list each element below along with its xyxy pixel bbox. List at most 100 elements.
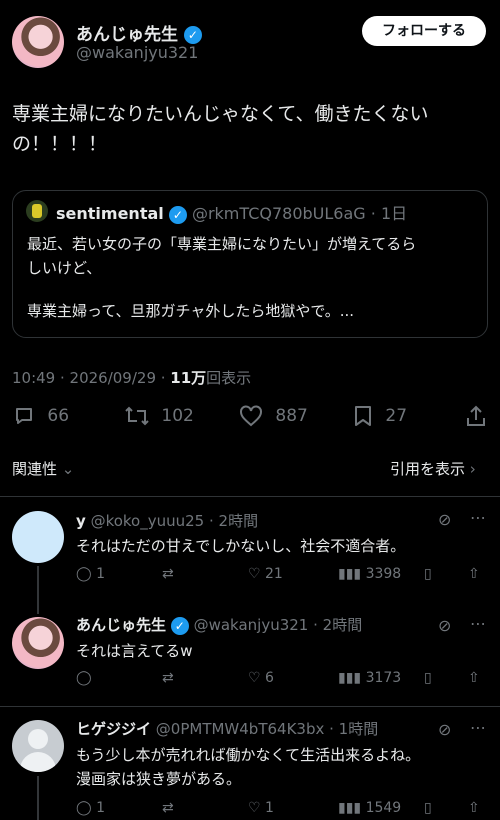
views-icon: ▮▮▮ xyxy=(338,566,362,582)
follow-button[interactable]: フォローする xyxy=(362,16,486,46)
view-quotes-label: 引用を表示 xyxy=(390,460,466,478)
repost-button[interactable]: ⇄ xyxy=(162,670,174,686)
reply-action-bar: ◯ 1 ⇄ ♡ 1 ▮▮▮ 1549 ▯ ⇧ xyxy=(76,800,488,820)
author-avatar[interactable] xyxy=(12,16,64,68)
reply-icon: ◯ xyxy=(76,566,92,582)
author-name-row[interactable]: あんじゅ先生 ✓ xyxy=(76,20,202,45)
more-icon[interactable]: ⋯ xyxy=(470,614,486,633)
more-icon[interactable]: ⋯ xyxy=(470,718,486,737)
reply-button[interactable]: ◯ 1 xyxy=(76,800,105,816)
thread-line xyxy=(37,776,39,820)
post-timestamp[interactable]: 10:49 · 2026/09/29 · xyxy=(12,369,170,387)
repost-count: 102 xyxy=(161,406,194,426)
verified-badge-icon: ✓ xyxy=(183,26,202,44)
chevron-right-icon: › xyxy=(469,460,476,478)
post-text-line: 専業主婦になりたいんじゃなくて、働きたくない xyxy=(12,103,429,125)
views-icon: ▮▮▮ xyxy=(338,670,362,686)
like-count: 21 xyxy=(265,566,283,582)
views-count: 11万 xyxy=(170,369,207,387)
quoted-header: sentimental ✓ @rkmTCQ780bUL6aG · 1日 xyxy=(56,204,408,224)
views-button[interactable]: ▮▮▮ 1549 xyxy=(338,800,401,816)
views-count: 3398 xyxy=(365,566,402,582)
views-button[interactable]: ▮▮▮ 3398 xyxy=(338,566,401,582)
reply-display-name[interactable]: y xyxy=(76,512,86,530)
bookmark-icon[interactable]: ▯ xyxy=(424,670,432,686)
like-button[interactable]: ♡ 6 xyxy=(248,670,274,686)
quoted-avatar xyxy=(26,200,48,222)
post-meta: 10:49 · 2026/09/29 · 11万回表示 xyxy=(12,367,251,388)
bookmark-icon xyxy=(355,406,371,426)
views-button[interactable]: ▮▮▮ 3173 xyxy=(338,670,401,686)
bookmark-button[interactable]: 27 xyxy=(352,404,407,428)
reply-handle[interactable]: @0PMTMW4bT64K3bx xyxy=(156,720,325,738)
reply-text: もう少し本が売れれば働かなくて生活出来るよね。 漫画家は狭き夢がある。 xyxy=(76,743,420,791)
reply-time: 2時間 xyxy=(322,616,363,634)
reply-avatar[interactable] xyxy=(12,720,64,772)
author-handle[interactable]: @wakanjyu321 xyxy=(76,43,198,62)
reply-text: それはただの甘えでしかないし、社会不適合者。 xyxy=(76,537,406,555)
bookmark-count: 27 xyxy=(385,406,408,426)
like-count: 6 xyxy=(265,670,274,686)
repost-icon: ⇄ xyxy=(162,800,174,816)
reply-count: 1 xyxy=(96,800,106,816)
reply-count: 1 xyxy=(96,566,106,582)
thread-line xyxy=(37,566,39,614)
verified-badge-icon: ✓ xyxy=(168,205,187,224)
reply-handle[interactable]: @koko_yuuu25 xyxy=(91,512,205,530)
reply-icon: ◯ xyxy=(76,670,92,686)
grok-icon[interactable]: ⊘ xyxy=(438,510,451,529)
reply-text-line: 漫画家は狭き夢がある。 xyxy=(76,770,242,788)
reply-header: あんじゅ先生 ✓ @wakanjyu321 · 2時間 xyxy=(76,616,363,635)
reply-time: 2時間 xyxy=(218,512,259,530)
sort-dropdown[interactable]: 関連性 ⌄ xyxy=(12,458,74,479)
share-icon[interactable]: ⇧ xyxy=(468,800,480,816)
sort-label: 関連性 xyxy=(12,460,58,478)
bookmark-icon[interactable]: ▯ xyxy=(424,800,432,816)
like-button[interactable]: ♡ 21 xyxy=(248,566,283,582)
reply-display-name[interactable]: ヒゲジジイ xyxy=(76,720,151,738)
view-quotes-link[interactable]: 引用を表示 › xyxy=(390,458,476,479)
divider xyxy=(0,706,500,707)
reply-icon: ◯ xyxy=(76,800,92,816)
repost-button[interactable]: ⇄ xyxy=(162,800,174,816)
reply-display-name[interactable]: あんじゅ先生 xyxy=(76,616,166,634)
views-count: 1549 xyxy=(365,800,402,816)
quoted-time: 1日 xyxy=(380,204,408,223)
reply-button[interactable]: 66 xyxy=(12,404,69,428)
like-count: 887 xyxy=(275,406,308,426)
reply-button[interactable]: ◯ 1 xyxy=(76,566,105,582)
quoted-display-name: sentimental xyxy=(56,204,164,223)
quoted-text: 最近、若い女の子の「専業主婦になりたい」が増えてるら しいけど、 xyxy=(27,232,416,280)
repost-icon: ⇄ xyxy=(162,566,174,582)
repost-icon: ⇄ xyxy=(162,670,174,686)
share-icon[interactable]: ⇧ xyxy=(468,566,480,582)
like-button[interactable]: ♡ 1 xyxy=(248,800,274,816)
reply-action-bar: ◯ ⇄ ♡ 6 ▮▮▮ 3173 ▯ ⇧ xyxy=(76,670,488,690)
repost-button[interactable]: 102 xyxy=(124,404,194,428)
grok-icon[interactable]: ⊘ xyxy=(438,720,451,739)
reply-avatar[interactable] xyxy=(12,511,64,563)
views-icon: ▮▮▮ xyxy=(338,800,362,816)
bookmark-icon[interactable]: ▯ xyxy=(424,566,432,582)
reply-time: 1時間 xyxy=(338,720,379,738)
grok-icon[interactable]: ⊘ xyxy=(438,616,451,635)
share-button[interactable] xyxy=(464,404,488,428)
repost-button[interactable]: ⇄ xyxy=(162,566,174,582)
reply-text: それは言えてるw xyxy=(76,642,193,660)
reply-handle[interactable]: @wakanjyu321 xyxy=(194,616,309,634)
post-action-bar: 66 102 887 27 xyxy=(12,404,488,432)
reply-text-line: もう少し本が売れれば働かなくて生活出来るよね。 xyxy=(76,746,421,764)
share-icon xyxy=(467,405,485,426)
like-icon: ♡ xyxy=(248,800,261,816)
reply-header: ヒゲジジイ @0PMTMW4bT64K3bx · 1時間 xyxy=(76,720,379,738)
quoted-text-line: 最近、若い女の子の「専業主婦になりたい」が増えてるら xyxy=(27,235,417,253)
reply-action-bar: ◯ 1 ⇄ ♡ 21 ▮▮▮ 3398 ▯ ⇧ xyxy=(76,566,488,586)
share-icon[interactable]: ⇧ xyxy=(468,670,480,686)
author-display-name: あんじゅ先生 xyxy=(76,25,178,45)
more-icon[interactable]: ⋯ xyxy=(470,508,486,527)
chevron-down-icon: ⌄ xyxy=(61,460,75,478)
quoted-text-line: 専業主婦って、旦那ガチャ外したら地獄やで。... xyxy=(27,302,355,320)
reply-avatar[interactable] xyxy=(12,617,64,669)
reply-button[interactable]: ◯ xyxy=(76,670,92,686)
like-button[interactable]: 887 xyxy=(238,404,308,428)
